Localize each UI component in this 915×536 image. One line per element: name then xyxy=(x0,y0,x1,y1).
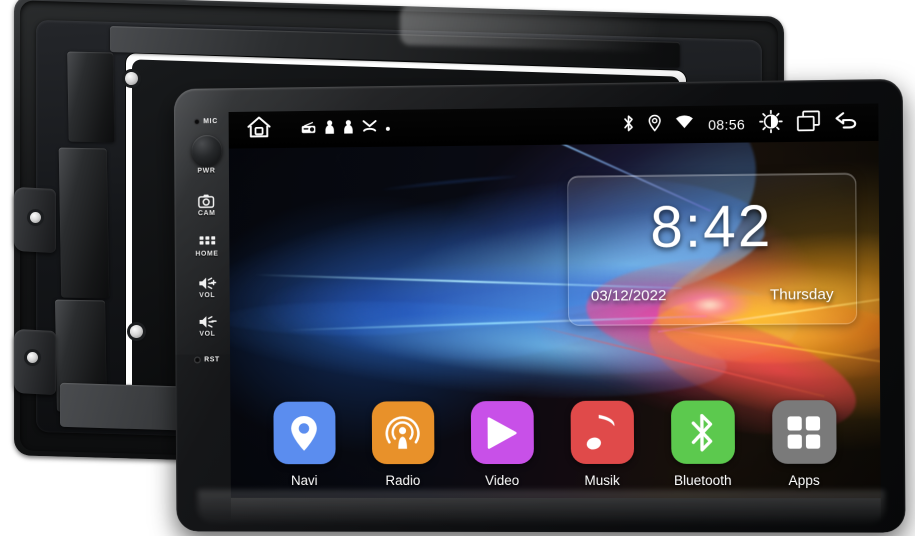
touchscreen-display[interactable]: 08:56 8:42 03/12/2022 Thursday Navi Radi… xyxy=(229,103,881,498)
radio-icon xyxy=(301,120,316,138)
clock-widget-time: 8:42 xyxy=(568,197,855,258)
app-navi[interactable]: Navi xyxy=(271,402,336,488)
head-unit-device: MIC PWR CAM HOME VOL VOL RST 08:56 8:42 … xyxy=(174,79,906,533)
chevron-collapse-icon xyxy=(362,120,377,138)
volume-up-icon xyxy=(198,276,217,290)
bracket-rail-middle xyxy=(59,148,110,299)
app-apps[interactable]: Apps xyxy=(770,400,838,488)
app-radio-label: Radio xyxy=(385,473,420,488)
app-navi-label: Navi xyxy=(291,473,318,488)
screw-hole-bottom xyxy=(130,325,143,338)
app-musik-label: Musik xyxy=(584,473,619,488)
app-bluetooth-label: Bluetooth xyxy=(674,473,732,488)
volume-up-button[interactable]: VOL xyxy=(198,276,217,299)
brightness-icon[interactable] xyxy=(759,109,783,138)
clock-widget-date: 03/12/2022 xyxy=(591,287,667,305)
app-bluetooth[interactable]: Bluetooth xyxy=(669,400,736,488)
volume-up-label: VOL xyxy=(199,292,215,299)
app-grid-icon xyxy=(786,415,821,449)
app-video-tile[interactable] xyxy=(470,401,533,464)
bluetooth-icon xyxy=(689,412,716,452)
person-icon xyxy=(343,119,353,139)
app-apps-tile[interactable] xyxy=(772,400,836,464)
wifi-icon xyxy=(676,115,694,134)
camera-button[interactable]: CAM xyxy=(198,193,216,217)
bluetooth-icon xyxy=(623,114,634,136)
app-radio-tile[interactable] xyxy=(371,401,434,464)
reset-label: RST xyxy=(204,356,220,363)
app-bluetooth-tile[interactable] xyxy=(670,400,734,463)
volume-down-button[interactable]: VOL xyxy=(198,315,217,338)
dot-icon xyxy=(386,126,390,130)
recent-apps-icon[interactable] xyxy=(797,110,821,137)
app-video-label: Video xyxy=(485,473,519,488)
person-icon xyxy=(325,119,335,139)
mic-key: MIC xyxy=(194,118,217,125)
app-musik-tile[interactable] xyxy=(570,401,634,464)
mic-label: MIC xyxy=(203,118,218,125)
volume-down-icon xyxy=(198,315,217,329)
volume-down-label: VOL xyxy=(199,331,215,338)
home-button[interactable]: HOME xyxy=(195,236,218,258)
reset-pinhole-icon[interactable] xyxy=(195,357,200,362)
clock-widget[interactable]: 8:42 03/12/2022 Thursday xyxy=(567,173,857,326)
screw-hole-top xyxy=(125,72,138,85)
power-button[interactable]: PWR xyxy=(191,135,221,175)
status-bar-left xyxy=(229,114,390,145)
reset-button[interactable]: RST xyxy=(195,356,220,363)
status-bar-right: 08:56 xyxy=(623,108,878,139)
play-triangle-icon xyxy=(486,416,518,450)
screw-hole-left-lower xyxy=(27,352,38,363)
power-label: PWR xyxy=(197,168,215,175)
power-knob-icon[interactable] xyxy=(191,135,221,166)
home-label: HOME xyxy=(195,251,218,258)
camera-label: CAM xyxy=(198,210,216,217)
location-pin-icon xyxy=(649,114,662,136)
clock-widget-weekday: Thursday xyxy=(770,286,834,304)
mic-hole-icon xyxy=(194,119,199,124)
screw-hole-left-upper xyxy=(30,212,41,223)
app-dock: Navi Radio Video Musik Bluetooth Apps xyxy=(230,400,880,488)
music-note-icon xyxy=(586,413,618,451)
app-apps-label: Apps xyxy=(788,473,819,488)
device-chin-reflection xyxy=(231,498,881,523)
location-pin-icon xyxy=(289,414,319,452)
app-video[interactable]: Video xyxy=(469,401,535,488)
grid-home-icon xyxy=(199,236,216,249)
home-icon[interactable] xyxy=(246,115,272,144)
status-bar-clock: 08:56 xyxy=(708,116,745,133)
status-bar: 08:56 xyxy=(229,103,879,148)
notification-icons xyxy=(301,118,390,139)
app-radio[interactable]: Radio xyxy=(370,401,436,488)
app-musik[interactable]: Musik xyxy=(569,401,636,488)
back-arrow-icon[interactable] xyxy=(834,110,860,136)
camera-icon xyxy=(198,193,215,208)
podcast-radio-icon xyxy=(384,414,422,452)
clock-widget-details: 03/12/2022 Thursday xyxy=(569,286,856,305)
bracket-rail-upper xyxy=(67,52,115,143)
side-key-column: MIC PWR CAM HOME VOL VOL RST xyxy=(182,104,233,512)
app-navi-tile[interactable] xyxy=(273,402,335,465)
